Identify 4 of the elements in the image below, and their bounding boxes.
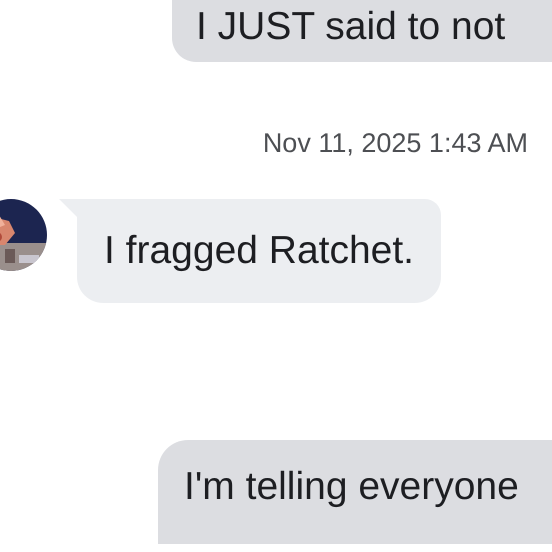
message-text: I JUST said to not [196,4,506,50]
timestamp: Nov 11, 2025 1:43 AM [262,128,528,159]
message-text: I'm telling everyone [184,464,520,510]
message-text: I fragged Ratchet. [104,228,414,274]
